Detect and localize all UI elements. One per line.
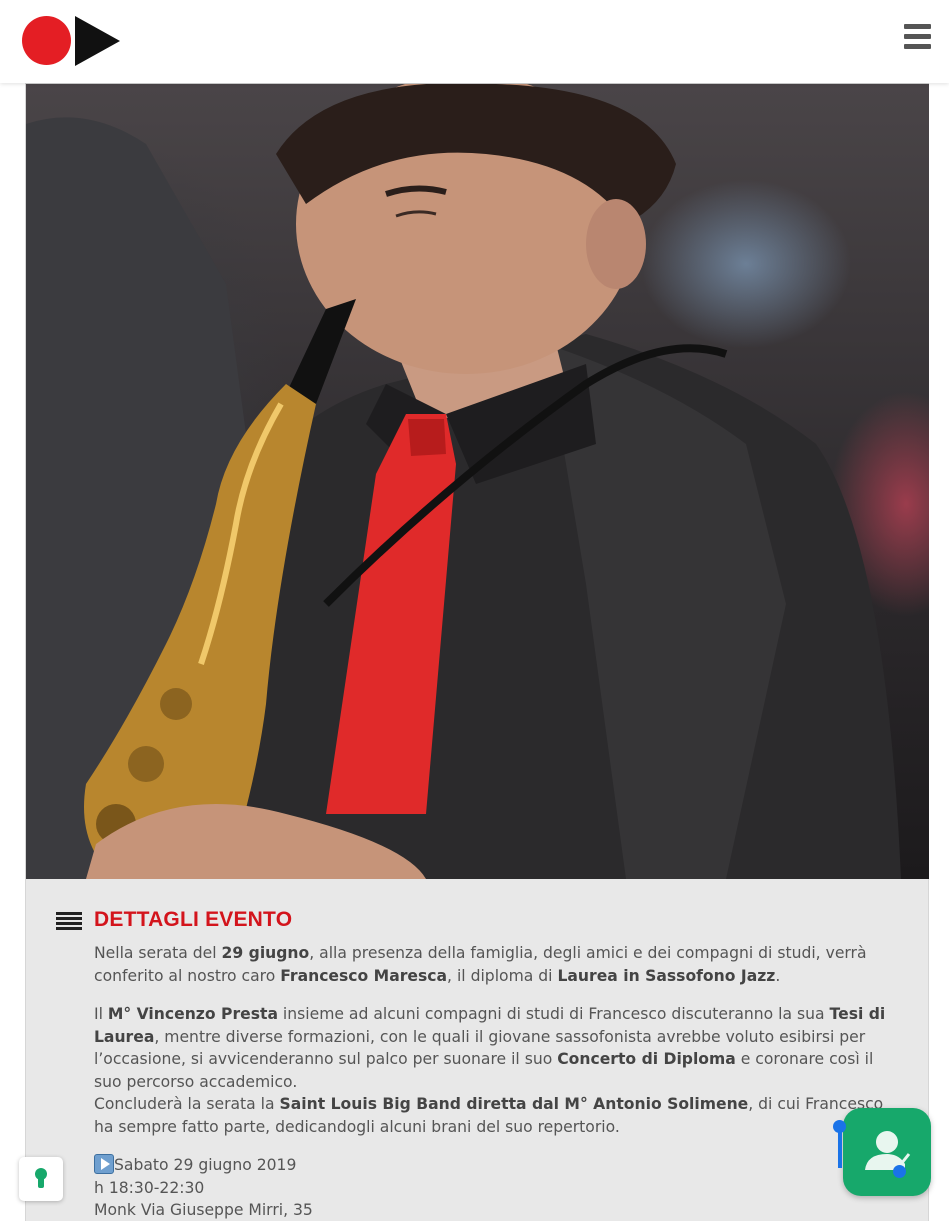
hamburger-icon <box>904 24 931 29</box>
event-photo <box>26 84 929 879</box>
list-icon <box>56 912 82 934</box>
privacy-settings-button[interactable] <box>19 1157 63 1201</box>
event-venue: Monk Via Giuseppe Mirri, 35 <box>94 1201 313 1219</box>
logo-red-dot <box>22 16 71 65</box>
event-info: Sabato 29 giugno 2019 h 18:30-22:30 Monk… <box>94 1154 313 1221</box>
logo-play-icon <box>75 16 120 66</box>
saxophonist-illustration <box>26 84 901 879</box>
description-paragraph-1: Nella serata del 29 giugno, alla presenz… <box>94 944 867 985</box>
contact-widget-button[interactable] <box>843 1108 931 1196</box>
description-paragraph-2: Il M° Vincenzo Presta insieme ad alcuni … <box>94 1005 886 1136</box>
contact-user-icon <box>865 1131 911 1170</box>
play-button-icon <box>94 1154 114 1174</box>
event-time: h 18:30-22:30 <box>94 1178 205 1197</box>
event-card: DETTAGLI EVENTO Nella serata del 29 giug… <box>25 83 929 1221</box>
event-date: Sabato 29 giugno 2019 <box>94 1154 313 1177</box>
selection-handle-bottom[interactable] <box>893 1165 906 1178</box>
site-logo[interactable] <box>22 15 122 66</box>
hamburger-menu-button[interactable] <box>904 24 940 56</box>
keyhole-icon <box>35 1168 47 1188</box>
selection-handle-top[interactable] <box>833 1120 846 1133</box>
event-details-title: DETTAGLI EVENTO <box>94 908 293 931</box>
site-header <box>0 0 949 83</box>
event-description: Nella serata del 29 giugno, alla presenz… <box>94 942 904 1154</box>
